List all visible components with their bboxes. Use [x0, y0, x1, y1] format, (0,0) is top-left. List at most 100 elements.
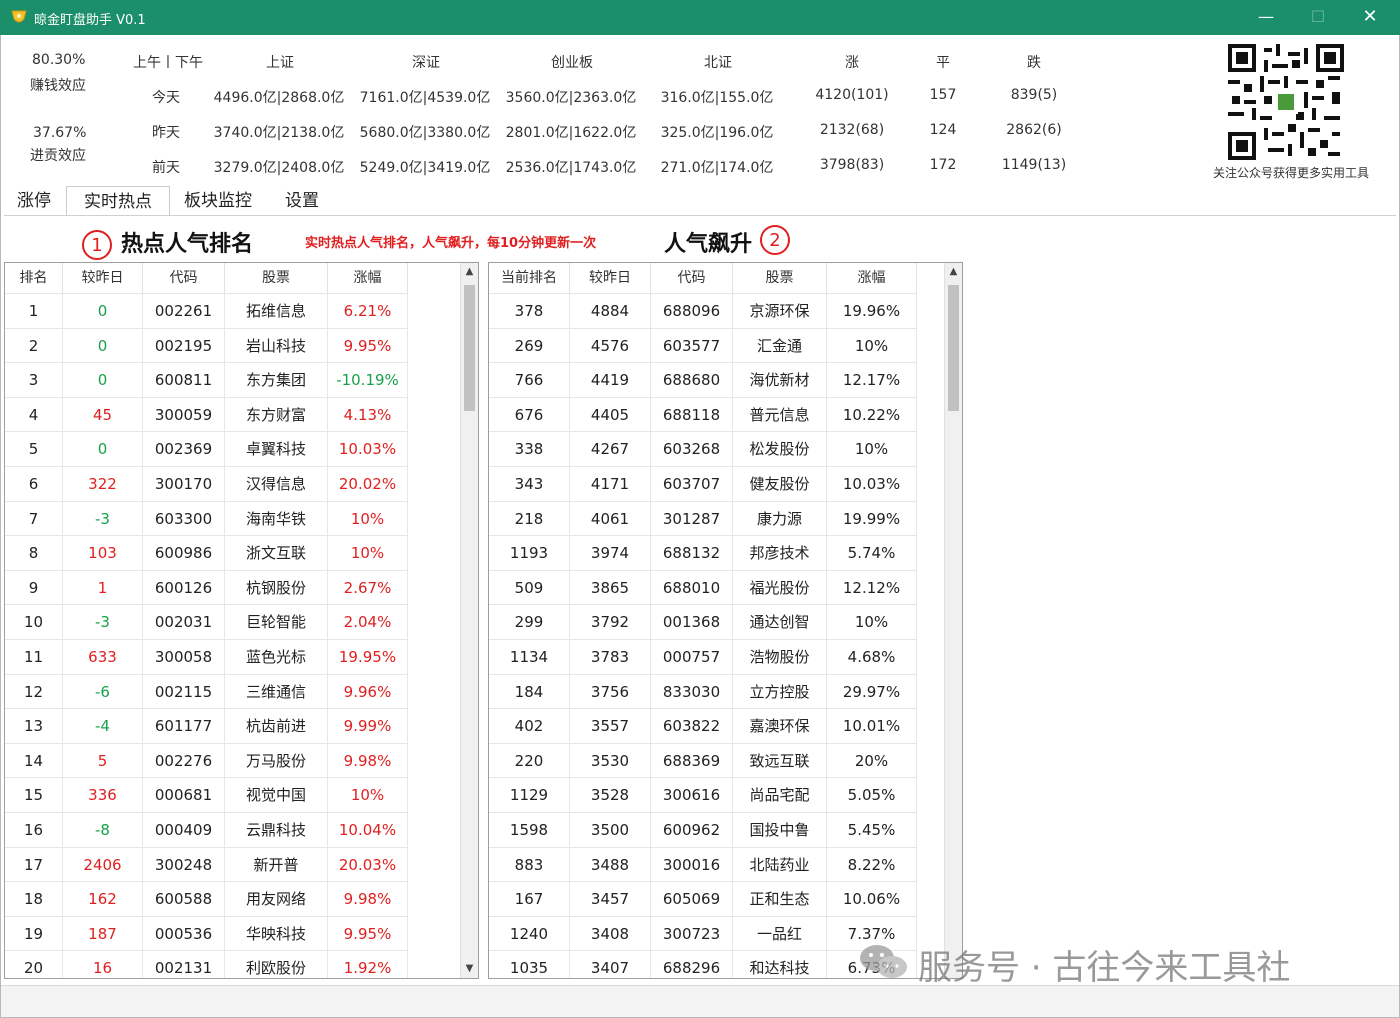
- table-row[interactable]: 17 2406 300248 新开普 20.03%: [5, 846, 408, 882]
- table-row[interactable]: 220 3530 688369 致远互联 20%: [489, 742, 917, 778]
- stock-name-cell: 三维通信: [225, 674, 328, 709]
- col-code[interactable]: 代码: [651, 263, 733, 293]
- table-row[interactable]: 10 -3 002031 巨轮智能 2.04%: [5, 604, 408, 640]
- change-cell: 322: [63, 467, 143, 501]
- table-row[interactable]: 9 1 600126 杭钢股份 2.67%: [5, 569, 408, 605]
- money-effect-pct: 80.30%: [32, 52, 86, 68]
- header-cyb: 创业板: [551, 55, 593, 71]
- table-row[interactable]: 14 5 002276 万马股份 9.98%: [5, 742, 408, 778]
- rank-cell: 20: [5, 951, 63, 978]
- table-row[interactable]: 1193 3974 688132 邦彦技术 5.74%: [489, 535, 917, 571]
- tab-hot-realtime[interactable]: 实时热点: [66, 186, 170, 216]
- code-cell: 300016: [651, 847, 733, 882]
- table-row[interactable]: 378 4884 688096 京源环保 19.96%: [489, 293, 917, 328]
- code-cell: 300058: [143, 640, 225, 674]
- section-number-1: 1: [82, 230, 112, 260]
- table-row[interactable]: 1598 3500 600962 国投中鲁 5.45%: [489, 812, 917, 847]
- col-change[interactable]: 较昨日: [63, 263, 143, 293]
- code-cell: 300170: [143, 467, 225, 501]
- table-row[interactable]: 18 162 600588 用友网络 9.98%: [5, 881, 408, 917]
- change-cell: 0: [63, 432, 143, 467]
- code-cell: 000409: [143, 813, 225, 847]
- code-cell: 601177: [143, 709, 225, 744]
- code-cell: 002115: [143, 674, 225, 709]
- tab-sector-monitor[interactable]: 板块监控: [174, 186, 262, 216]
- tab-settings[interactable]: 设置: [270, 186, 334, 216]
- pct-cell: 19.95%: [328, 640, 408, 674]
- table-row[interactable]: 6 322 300170 汉得信息 20.02%: [5, 466, 408, 501]
- bz-turnover: 325.0亿|196.0亿: [660, 125, 774, 141]
- rank-cell: 2: [5, 328, 63, 363]
- change-cell: 4171: [570, 467, 651, 501]
- col-stock[interactable]: 股票: [733, 263, 827, 293]
- code-cell: 300248: [143, 847, 225, 882]
- table-row[interactable]: 5 0 002369 卓翼科技 10.03%: [5, 431, 408, 467]
- table-row[interactable]: 269 4576 603577 汇金通 10%: [489, 327, 917, 363]
- left-scrollbar[interactable]: ▲ ▼: [460, 263, 478, 978]
- table-row[interactable]: 1 0 002261 拓维信息 6.21%: [5, 293, 408, 328]
- table-row[interactable]: 184 3756 833030 立方控股 29.97%: [489, 673, 917, 709]
- stock-name-cell: 利欧股份: [225, 951, 328, 978]
- col-pct[interactable]: 涨幅: [827, 263, 917, 293]
- table-row[interactable]: 11 633 300058 蓝色光标 19.95%: [5, 639, 408, 674]
- scroll-thumb[interactable]: [948, 285, 959, 411]
- col-code[interactable]: 代码: [143, 263, 225, 293]
- change-cell: 3408: [570, 916, 651, 951]
- rank-cell: 676: [489, 397, 570, 432]
- right-scrollbar[interactable]: ▲: [944, 263, 962, 978]
- table-row[interactable]: 7 -3 603300 海南华铁 10%: [5, 500, 408, 536]
- table-row[interactable]: 883 3488 300016 北陆药业 8.22%: [489, 846, 917, 882]
- scroll-up-icon[interactable]: ▲: [461, 263, 478, 281]
- pct-cell: 9.95%: [328, 916, 408, 951]
- table-row[interactable]: 19 187 000536 华映科技 9.95%: [5, 915, 408, 951]
- scroll-thumb[interactable]: [464, 285, 475, 411]
- stock-name-cell: 致远互联: [733, 743, 827, 778]
- col-stock[interactable]: 股票: [225, 263, 328, 293]
- table-row[interactable]: 299 3792 001368 通达创智 10%: [489, 604, 917, 640]
- table-row[interactable]: 13 -4 601177 杭齿前进 9.99%: [5, 708, 408, 744]
- close-button[interactable]: ✕: [1350, 4, 1390, 30]
- scroll-down-icon[interactable]: ▼: [461, 960, 478, 978]
- scroll-up-icon[interactable]: ▲: [945, 263, 962, 281]
- table-row[interactable]: 338 4267 603268 松发股份 10%: [489, 431, 917, 467]
- maximize-button[interactable]: ☐: [1298, 4, 1338, 30]
- change-cell: 3974: [570, 536, 651, 571]
- table-row[interactable]: 16 -8 000409 云鼎科技 10.04%: [5, 812, 408, 847]
- down-count: 2862(6): [1006, 122, 1062, 138]
- col-pct[interactable]: 涨幅: [328, 263, 408, 293]
- table-row[interactable]: 402 3557 603822 嘉澳环保 10.01%: [489, 708, 917, 744]
- col-rank[interactable]: 排名: [5, 263, 63, 293]
- minimize-button[interactable]: —: [1246, 4, 1286, 30]
- change-cell: 3407: [570, 951, 651, 978]
- table-row[interactable]: 676 4405 688118 普元信息 10.22%: [489, 396, 917, 432]
- table-row[interactable]: 15 336 000681 视觉中国 10%: [5, 777, 408, 813]
- table-row[interactable]: 766 4419 688680 海优新材 12.17%: [489, 362, 917, 398]
- table-row[interactable]: 218 4061 301287 康力源 19.99%: [489, 500, 917, 536]
- table-row[interactable]: 12 -6 002115 三维通信 9.96%: [5, 673, 408, 709]
- tab-limit-up[interactable]: 涨停: [6, 186, 62, 216]
- change-cell: 3557: [570, 709, 651, 744]
- table-row[interactable]: 167 3457 605069 正和生态 10.06%: [489, 881, 917, 917]
- table-row[interactable]: 3 0 600811 东方集团 -10.19%: [5, 362, 408, 398]
- rank-cell: 402: [489, 709, 570, 744]
- table-row[interactable]: 2 0 002195 岩山科技 9.95%: [5, 327, 408, 363]
- table-row[interactable]: 10353407688296和达科技6.73%: [489, 950, 917, 978]
- pct-cell: 10.22%: [827, 397, 917, 432]
- header-down: 跌: [1027, 55, 1041, 71]
- rank-cell: 1240: [489, 916, 570, 951]
- table-row[interactable]: 1134 3783 000757 浩物股份 4.68%: [489, 639, 917, 674]
- pct-cell: 10%: [328, 501, 408, 536]
- code-cell: 600588: [143, 882, 225, 917]
- stock-name-cell: 福光股份: [733, 570, 827, 605]
- stock-name-cell: 正和生态: [733, 882, 827, 917]
- table-row[interactable]: 343 4171 603707 健友股份 10.03%: [489, 466, 917, 501]
- table-row[interactable]: 509 3865 688010 福光股份 12.12%: [489, 569, 917, 605]
- table-row[interactable]: 20 16 002131 利欧股份 1.92%: [5, 950, 408, 978]
- col-current-rank[interactable]: 当前排名: [489, 263, 570, 293]
- rank-cell: 883: [489, 847, 570, 882]
- col-change[interactable]: 较昨日: [570, 263, 651, 293]
- table-row[interactable]: 8 103 600986 浙文互联 10%: [5, 535, 408, 571]
- table-row[interactable]: 1240 3408 300723 一品红 7.37%: [489, 915, 917, 951]
- table-row[interactable]: 1129 3528 300616 尚品宅配 5.05%: [489, 777, 917, 813]
- table-row[interactable]: 4 45 300059 东方财富 4.13%: [5, 396, 408, 432]
